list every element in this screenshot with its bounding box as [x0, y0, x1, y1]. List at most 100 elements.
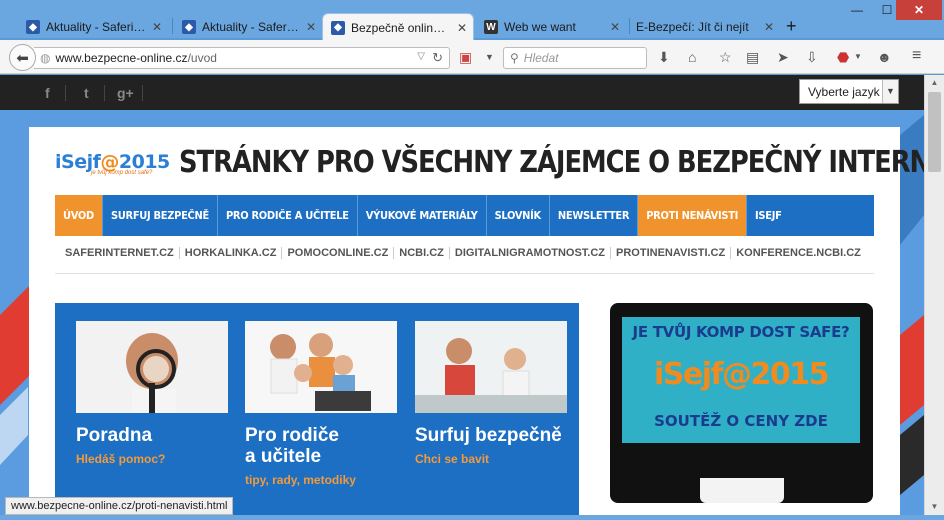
tab-web-we-want[interactable]: W Web we want ✕ [476, 14, 626, 40]
status-bar: www.bezpecne-online.cz/proti-nenavisti.h… [5, 497, 234, 515]
download-arrow-icon[interactable]: ⬇ [658, 49, 670, 66]
home-icon[interactable]: ⌂ [688, 49, 696, 65]
close-icon[interactable]: ✕ [610, 20, 620, 34]
promo-prize: SOUTĚŽ O CENY ZDE [654, 412, 828, 430]
language-select[interactable]: Vyberte jazyk ▼ [799, 79, 899, 104]
feature-subtitle: Chci se bavit [415, 452, 490, 466]
chevron-down-icon[interactable]: ▼ [485, 52, 494, 62]
reload-icon[interactable]: ↻ [432, 50, 443, 66]
shield-icon: ◆ [182, 20, 196, 34]
search-icon: ⚲ [510, 51, 519, 65]
facebook-icon[interactable]: f [45, 85, 50, 101]
tab-title: Bezpečně online | B... [351, 20, 451, 35]
partner-links: SAFERINTERNET.CZ HORKALINKA.CZ POMOCONLI… [65, 247, 866, 259]
web-page: f t g+ Vyberte jazyk ▼ iSejf@2015 je tvů… [0, 75, 924, 515]
feature-surfuj-bezpecne[interactable]: Surfuj bezpečně Chci se bavit [415, 321, 567, 466]
close-icon[interactable]: ✕ [457, 21, 467, 35]
menu-icon[interactable]: ≡ [912, 47, 921, 65]
tab-bezpecne-online[interactable]: ◆ Bezpečně online | B... ✕ [322, 13, 474, 41]
nav-item-vyukove-materialy[interactable]: VÝUKOVÉ MATERIÁLY [358, 195, 487, 236]
site-logo[interactable]: iSejf@2015 je tvůj komp dost safe? [55, 151, 170, 187]
downloads-icon[interactable]: ⇩ [806, 49, 818, 66]
feature-title-line1: Pro rodiče [245, 425, 339, 446]
clipboard-icon[interactable]: ▤ [746, 49, 759, 66]
feature-poradna[interactable]: Poradna Hledáš pomoc? [76, 321, 228, 466]
adblock-icon[interactable]: ⬣ [837, 49, 849, 66]
chevron-down-icon[interactable]: ▽ [417, 51, 425, 62]
new-tab-button[interactable]: + [786, 16, 797, 37]
close-icon[interactable]: ✕ [306, 20, 316, 34]
content-card: iSejf@2015 je tvůj komp dost safe? STRÁN… [29, 127, 924, 515]
browser-titlebar: ◆ Aktuality - Saferinte... ✕ ◆ Aktuality… [0, 0, 944, 41]
shield-icon: ◆ [26, 20, 40, 34]
chevron-down-icon[interactable]: ▼ [854, 52, 862, 61]
tab-aktuality-2[interactable]: ◆ Aktuality - Saferinte... ✕ [174, 14, 322, 40]
url-bar[interactable]: ◍ www.bezpecne-online.cz/uvod ▽ ↻ [34, 47, 450, 69]
link-ncbi[interactable]: NCBI.CZ [394, 247, 450, 259]
feature-pro-rodice[interactable]: Pro rodiče a učitele tipy, rady, metodiky [245, 321, 397, 487]
feature-subtitle: Hledáš pomoc? [76, 452, 166, 466]
minimize-button[interactable]: — [843, 0, 871, 20]
search-placeholder: Hledat [523, 51, 559, 65]
page-headline: STRÁNKY PRO VŠECHNY ZÁJEMCE O BEZPEČNÝ I… [179, 145, 924, 180]
tab-title: Aktuality - Saferinte... [202, 20, 300, 34]
nav-item-proti-nenavisti[interactable]: PROTI NENÁVISTI [638, 195, 748, 236]
pocket-icon[interactable]: ▣ [459, 49, 472, 66]
language-select-value: Vyberte jazyk [808, 84, 880, 99]
tab-title: Web we want [504, 20, 576, 34]
back-button[interactable]: ⬅ [9, 44, 36, 71]
link-saferinternet[interactable]: SAFERINTERNET.CZ [65, 247, 180, 259]
page-scrollbar[interactable]: ▲ ▼ [924, 75, 944, 515]
tab-aktuality-1[interactable]: ◆ Aktuality - Saferinte... ✕ [18, 14, 168, 40]
browser-navbar: ◍ www.bezpecne-online.cz/uvod ▽ ↻ ⬅ ▣ ▼ … [0, 40, 944, 74]
google-plus-icon[interactable]: g+ [117, 85, 134, 101]
chat-icon[interactable]: ☻ [877, 49, 892, 65]
feature-title: Poradna [76, 425, 153, 446]
close-icon[interactable]: ✕ [764, 20, 774, 34]
close-icon[interactable]: ✕ [152, 20, 162, 34]
w-icon: W [484, 20, 498, 34]
twitter-icon[interactable]: t [84, 85, 89, 101]
tab-title: Aktuality - Saferinte... [46, 20, 146, 34]
nav-item-pro-rodice[interactable]: PRO RODIČE A UČITELE [218, 195, 358, 236]
link-horkalinka[interactable]: HORKALINKA.CZ [180, 247, 283, 259]
feature-title-line2: a učitele [245, 446, 322, 467]
scrollbar-thumb[interactable] [928, 92, 941, 172]
logo-tagline: je tvůj komp dost safe? [91, 170, 153, 176]
scroll-up-icon[interactable]: ▲ [925, 75, 944, 91]
nav-item-surfuj-bezpecne[interactable]: SURFUJ BEZPEČNĚ [103, 195, 218, 236]
link-konference[interactable]: KONFERENCE.NCBI.CZ [731, 247, 866, 259]
tab-title: E-Bezpečí: Jít či nejít [636, 20, 749, 34]
window-border [0, 515, 944, 520]
nav-item-isejf[interactable]: ISEJF [747, 195, 790, 236]
scroll-down-icon[interactable]: ▼ [925, 499, 944, 515]
nav-item-uvod[interactable]: ÚVOD [55, 195, 103, 236]
url-path: /uvod [187, 51, 217, 65]
arrow-left-icon: ⬅ [16, 49, 29, 67]
promo-year: 2015 [750, 357, 830, 392]
url-host: www.bezpecne-online.cz [55, 51, 188, 65]
link-pomoconline[interactable]: POMOCONLINE.CZ [282, 247, 395, 259]
nav-item-slovnik[interactable]: SLOVNÍK [487, 195, 550, 236]
search-input[interactable]: ⚲ Hledat [503, 47, 647, 69]
promo-brand-text: iSejf [653, 357, 724, 392]
monitor-stand [700, 478, 784, 503]
link-protinenavisti[interactable]: PROTINENAVISTI.CZ [611, 247, 732, 259]
shield-icon: ◆ [331, 20, 345, 35]
close-window-button[interactable]: ✕ [896, 0, 942, 20]
magnifier-photo [76, 321, 228, 413]
star-icon[interactable]: ☆ [719, 49, 732, 66]
isejf-promo-banner[interactable]: JE TVŮJ KOMP DOST SAFE? iSejf@2015 SOUTĚ… [610, 303, 873, 503]
tab-e-bezpeci[interactable]: E-Bezpečí: Jít či nejít ✕ [630, 14, 780, 40]
promo-screen: JE TVŮJ KOMP DOST SAFE? iSejf@2015 SOUTĚ… [622, 317, 860, 443]
send-icon[interactable]: ➤ [777, 49, 789, 66]
promo-brand: iSejf@2015 [622, 357, 860, 392]
promo-at: @ [722, 357, 752, 392]
main-navigation: ÚVOD SURFUJ BEZPEČNĚ PRO RODIČE A UČITEL… [55, 195, 874, 236]
social-strip: f t g+ Vyberte jazyk ▼ [0, 75, 924, 110]
link-digitalnigramotnost[interactable]: DIGITALNIGRAMOTNOST.CZ [450, 247, 612, 259]
nav-item-newsletter[interactable]: NEWSLETTER [550, 195, 639, 236]
feature-title: Pro rodiče a učitele [245, 425, 397, 467]
family-laptop-photo [245, 321, 397, 413]
globe-icon: ◍ [40, 51, 51, 65]
